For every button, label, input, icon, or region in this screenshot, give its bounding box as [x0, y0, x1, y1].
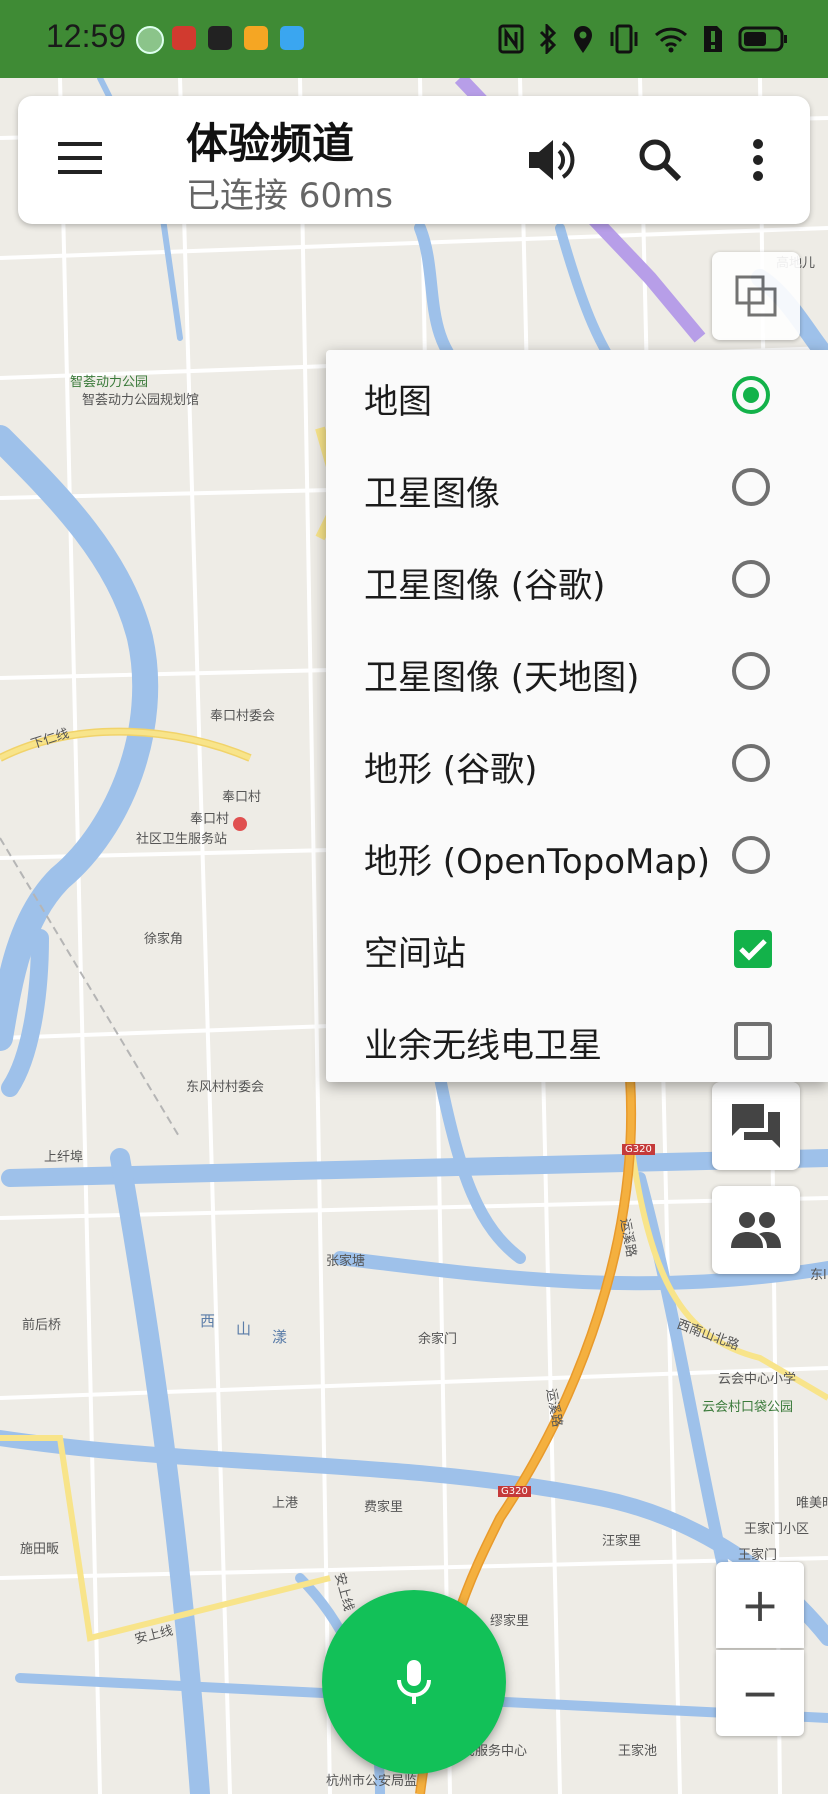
map-label: 缪家里 — [490, 1614, 530, 1629]
map-label: 云会村口袋公园 — [702, 1400, 794, 1415]
radio-selected[interactable] — [732, 376, 770, 414]
map-label: G320 — [622, 1144, 655, 1155]
overlay-option-amateur-satellite[interactable]: 业余无线电卫星 — [326, 996, 828, 1088]
map-label: 东风村村委会 — [186, 1080, 265, 1095]
huawei-icon — [172, 26, 196, 50]
more-vert-icon[interactable] — [728, 130, 788, 190]
sim-alert-icon — [704, 26, 722, 52]
app-bar: 体验频道 已连接 60ms — [18, 96, 810, 224]
map-label: 智荟动力公园 — [70, 375, 149, 390]
map-option-satellite-google[interactable]: 卫星图像 (谷歌) — [326, 536, 828, 628]
system-icons — [498, 22, 788, 56]
status-bar: 12:59 — [0, 0, 828, 78]
weather-icon — [280, 26, 304, 50]
map-option-terrain-opentopomap[interactable]: 地形 (OpenTopoMap) — [326, 812, 828, 904]
map-option-satellite[interactable]: 卫星图像 — [326, 444, 828, 536]
chat-icon — [732, 1104, 780, 1148]
map-label: 王家门 — [738, 1548, 778, 1563]
map-label: 王家池 — [618, 1744, 658, 1759]
zoom-out-button[interactable]: − — [716, 1650, 804, 1736]
app-icon-circle — [136, 26, 164, 54]
vibrate-icon — [610, 24, 638, 54]
map-label: 西 — [200, 1312, 216, 1330]
option-label: 卫星图像 (谷歌) — [364, 566, 606, 606]
channel-title: 体验频道 — [186, 119, 355, 168]
group-icon — [731, 1212, 781, 1248]
map-label: 山 — [236, 1320, 252, 1338]
nfc-icon — [498, 24, 524, 54]
map-label: 社区卫生服务站 — [136, 832, 228, 847]
option-label: 地形 (谷歌) — [364, 750, 538, 790]
check-icon — [739, 939, 767, 961]
mic-icon — [397, 1660, 431, 1704]
map-label: 前后桥 — [22, 1318, 62, 1333]
map-type-menu: 地图 卫星图像 卫星图像 (谷歌) 卫星图像 (天地图) 地形 (谷歌) 地形 … — [326, 350, 828, 1082]
map-label: 徐家角 — [144, 932, 184, 947]
bluetooth-icon — [539, 24, 557, 54]
map-label: 费家里 — [364, 1500, 404, 1515]
checkbox-unchecked[interactable] — [734, 1022, 772, 1060]
zoom-in-button[interactable]: + — [716, 1562, 804, 1648]
radio-unselected[interactable] — [732, 652, 770, 690]
map-label: 东l — [810, 1268, 827, 1283]
location-icon — [574, 26, 592, 53]
radio-unselected[interactable] — [732, 836, 770, 874]
map-label: 奉口村 — [222, 790, 262, 805]
map-label: 上港 — [272, 1496, 299, 1511]
map-option-terrain-google[interactable]: 地形 (谷歌) — [326, 720, 828, 812]
chat-button[interactable] — [712, 1082, 800, 1170]
menu-icon[interactable] — [58, 140, 102, 176]
map-label: 漾 — [272, 1328, 288, 1346]
map-label: 余家门 — [418, 1332, 458, 1347]
option-label: 地形 (OpenTopoMap) — [364, 842, 711, 882]
map-label: 唯美时 — [796, 1496, 828, 1511]
checkbox-checked[interactable] — [734, 930, 772, 968]
app-icon-pen — [208, 26, 232, 50]
group-button[interactable] — [712, 1186, 800, 1274]
wifi-icon — [654, 27, 688, 53]
option-label: 地图 — [364, 382, 432, 422]
map-option-map[interactable]: 地图 — [326, 352, 828, 444]
option-label: 卫星图像 — [364, 474, 500, 514]
layers-button[interactable] — [712, 252, 800, 340]
map-label: 智荟动力公园规划馆 — [82, 393, 200, 408]
connection-status: 已连接 60ms — [186, 176, 393, 216]
map-label: 王家门小区 — [744, 1522, 810, 1537]
radio-unselected[interactable] — [732, 468, 770, 506]
map-label: G320 — [498, 1486, 531, 1497]
option-label: 空间站 — [364, 934, 466, 974]
search-icon[interactable] — [630, 130, 690, 190]
map-label: 上纤埠 — [44, 1150, 84, 1165]
map-label: 奉口村委会 — [210, 709, 276, 724]
battery-icon — [738, 26, 787, 52]
radio-unselected[interactable] — [732, 560, 770, 598]
option-label: 业余无线电卫星 — [364, 1026, 602, 1066]
map-label: 施田畈 — [20, 1542, 60, 1557]
map-label: 汪家里 — [602, 1534, 642, 1549]
radio-unselected[interactable] — [732, 744, 770, 782]
push-to-talk-button[interactable] — [322, 1590, 506, 1774]
weibo-icon — [244, 26, 268, 50]
map-label: 奉口村 — [190, 812, 230, 827]
map-option-satellite-tianditu[interactable]: 卫星图像 (天地图) — [326, 628, 828, 720]
map-label: 张家塘 — [326, 1254, 366, 1269]
volume-icon[interactable] — [522, 130, 582, 190]
map-label: 云会中心小学 — [718, 1372, 797, 1387]
layers-icon — [735, 275, 777, 317]
status-time: 12:59 — [46, 18, 127, 54]
overlay-option-space-station[interactable]: 空间站 — [326, 904, 828, 996]
option-label: 卫星图像 (天地图) — [364, 658, 640, 698]
